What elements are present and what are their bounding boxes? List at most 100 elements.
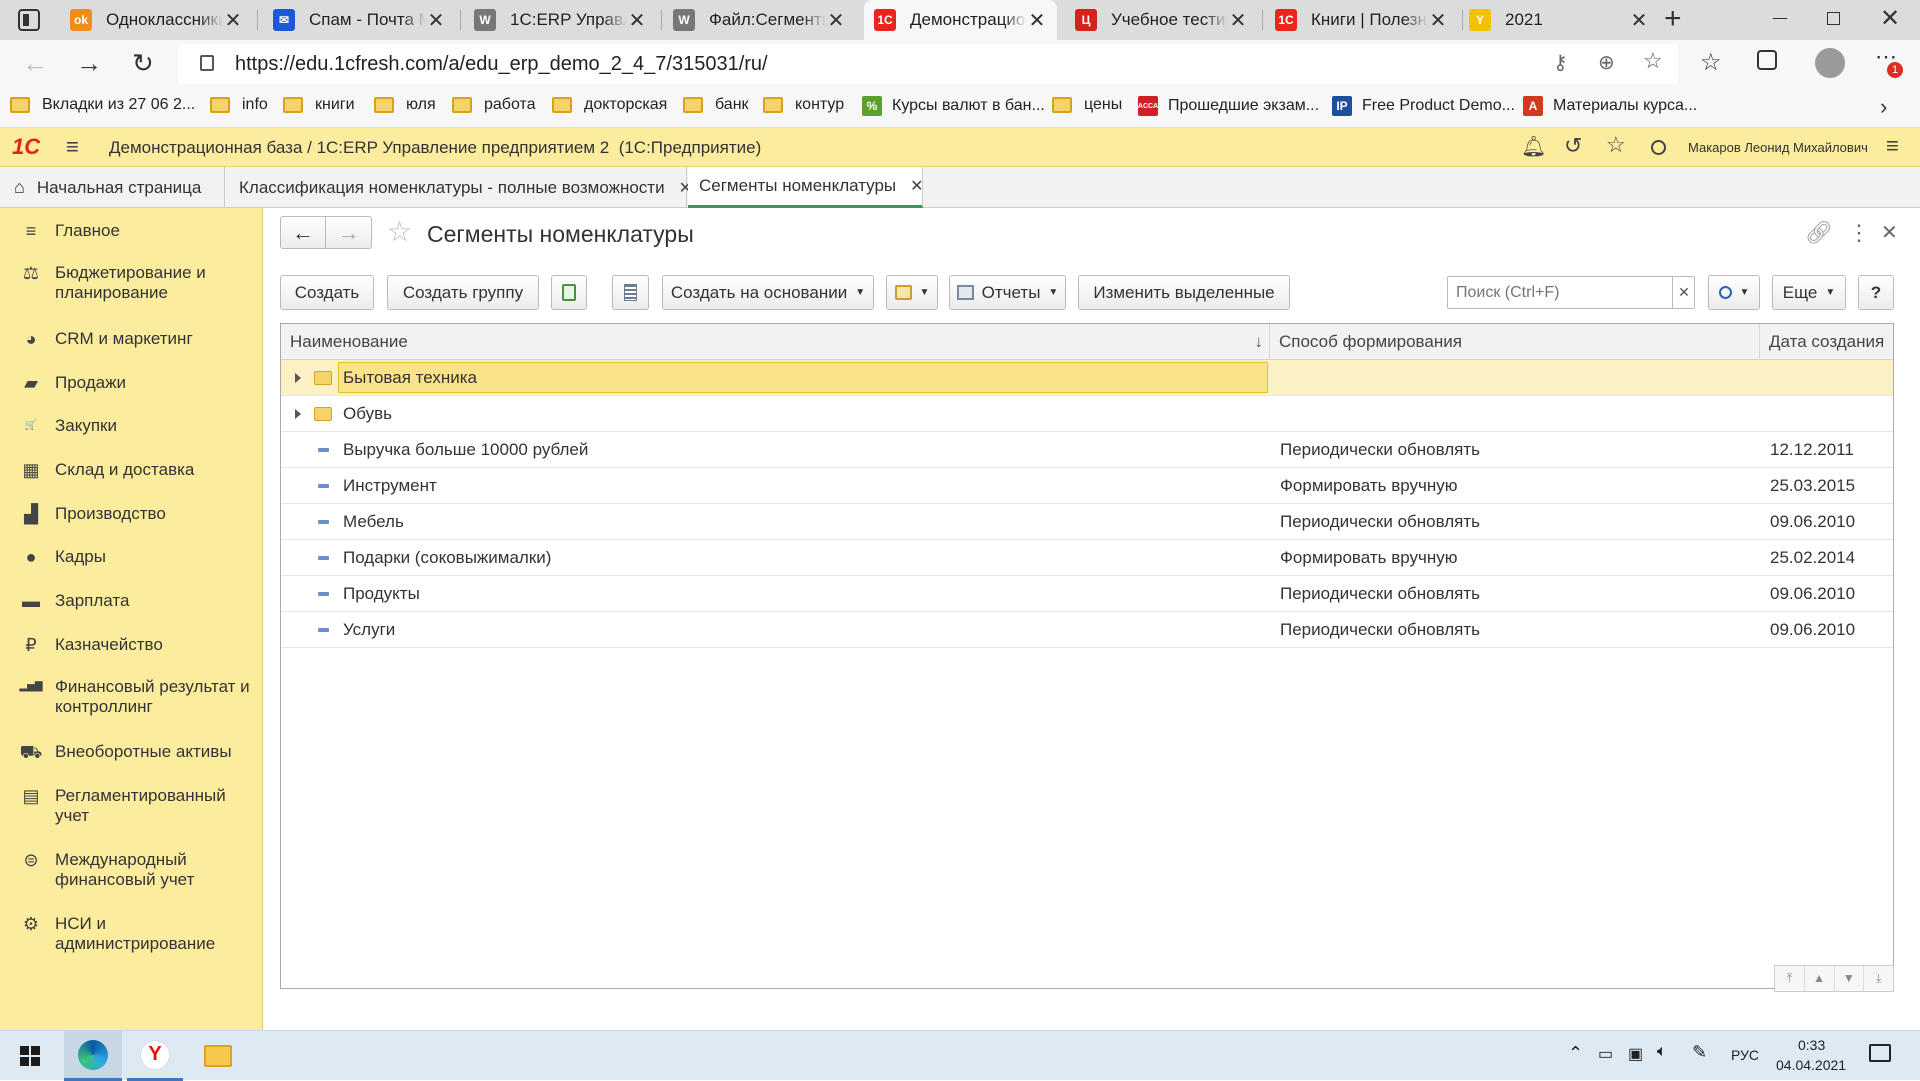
nav-back-button[interactable]: ← — [280, 216, 326, 249]
table-row[interactable]: Выручка больше 10000 рублей Периодически … — [281, 432, 1893, 468]
maximize-button[interactable] — [1827, 12, 1840, 25]
scroll-bottom-icon[interactable]: ⤓ — [1864, 966, 1893, 991]
clear-search-icon[interactable]: ✕ — [1672, 277, 1695, 308]
bookmarks-overflow-icon[interactable]: › — [1880, 94, 1887, 120]
close-tab-icon[interactable]: ✕ — [1428, 8, 1448, 33]
sidebar-item[interactable]: ▟ Производство — [0, 504, 262, 524]
favorites-star-icon[interactable]: ☆ — [1606, 132, 1626, 158]
reload-icon[interactable]: ↻ — [132, 48, 154, 79]
browser-tab[interactable]: 1С Демонстрацион ✕ — [864, 0, 1057, 40]
search-icon[interactable] — [1651, 140, 1666, 155]
close-window-button[interactable]: ✕ — [1880, 4, 1900, 33]
main-menu-icon[interactable]: ≡ — [66, 134, 79, 160]
column-header-date[interactable]: Дата создания — [1760, 324, 1893, 360]
close-form-icon[interactable]: ✕ — [1881, 220, 1898, 245]
bookmark-item[interactable]: книги — [283, 96, 355, 114]
tray-network-icon[interactable]: ▭ — [1598, 1044, 1613, 1064]
new-tab-button[interactable]: + — [1664, 2, 1682, 36]
bookmark-item[interactable]: цены — [1052, 96, 1122, 114]
profile-avatar[interactable] — [1815, 48, 1845, 78]
collections-icon[interactable] — [1757, 50, 1777, 70]
link-icon[interactable]: 🔗︎ — [1805, 220, 1833, 246]
bookmark-item[interactable]: контур — [763, 96, 844, 114]
sidebar-item[interactable]: ▰ Продажи — [0, 373, 262, 393]
nav-forward-button[interactable]: → — [325, 216, 372, 249]
list-settings-button[interactable] — [612, 275, 649, 310]
bookmark-item[interactable]: info — [210, 96, 268, 114]
search-input[interactable] — [1448, 277, 1666, 308]
zoom-icon[interactable]: ⊕ — [1598, 50, 1615, 75]
browser-tab[interactable]: ✉ Спам - Почта Ма✕ — [263, 0, 456, 40]
tray-pen-icon[interactable]: ✎ — [1692, 1042, 1707, 1063]
bookmark-item[interactable]: банк — [683, 96, 749, 114]
language-indicator[interactable]: РУС — [1731, 1047, 1759, 1063]
tray-chevron-icon[interactable]: ⌃ — [1568, 1043, 1583, 1064]
clock-date[interactable]: 04.04.2021 — [1776, 1057, 1846, 1073]
taskbar-explorer[interactable] — [190, 1031, 246, 1081]
close-tab-icon[interactable]: ✕ — [826, 8, 846, 33]
sidebar-item[interactable]: ⛟ Внеоборотные активы — [0, 742, 262, 762]
tab-actions-icon[interactable] — [18, 9, 40, 31]
lock-icon[interactable] — [200, 55, 214, 71]
create-button[interactable]: Создать — [280, 275, 374, 310]
browser-tab[interactable]: W Файл:Сегменты к✕ — [663, 0, 856, 40]
key-icon[interactable]: ⚷ — [1553, 50, 1568, 75]
expand-arrow-icon[interactable] — [295, 373, 301, 383]
user-name[interactable]: Макаров Леонид Михайлович — [1688, 140, 1868, 155]
table-row[interactable]: Услуги Периодически обновлять 09.06.2010 — [281, 612, 1893, 648]
taskbar-edge[interactable] — [64, 1031, 122, 1081]
sidebar-item[interactable]: ● Кадры — [0, 547, 262, 567]
bell-icon[interactable]: 🔔︎ — [1521, 134, 1546, 159]
taskbar-yandex[interactable]: Y — [127, 1031, 183, 1081]
table-row[interactable]: Обувь — [281, 396, 1893, 432]
print-button[interactable]: ▼ — [886, 275, 938, 310]
sidebar-item[interactable]: ≡ Главное — [0, 221, 262, 241]
sidebar-item[interactable]: 🛒 Закупки — [0, 416, 262, 436]
bookmark-item[interactable]: % Курсы валют в бан... — [862, 96, 1045, 116]
sidebar-item[interactable]: ₽ Казначейство — [0, 635, 262, 655]
browser-tab[interactable]: Ц Учебное тестиро✕ — [1065, 0, 1258, 40]
back-arrow-icon[interactable]: ← — [22, 48, 48, 79]
bookmark-item[interactable]: IP Free Product Demo... — [1332, 96, 1515, 116]
sidebar-item[interactable]: ▤ Регламентированный учет — [0, 786, 262, 826]
favorite-star-icon[interactable]: ☆ — [1643, 48, 1663, 74]
scroll-up-icon[interactable]: ▲ — [1805, 966, 1835, 991]
edit-selected-button[interactable]: Изменить выделенные — [1078, 275, 1290, 310]
bookmark-item[interactable]: работа — [452, 96, 536, 114]
help-button[interactable]: ? — [1858, 275, 1894, 310]
table-row[interactable]: Мебель Периодически обновлять 09.06.2010 — [281, 504, 1893, 540]
favorites-bar-icon[interactable]: ☆ — [1700, 48, 1722, 77]
bookmark-item[interactable]: юля — [374, 96, 436, 114]
close-tab-icon[interactable]: ✕ — [223, 8, 243, 33]
form-more-icon[interactable]: ⋮ — [1848, 220, 1870, 246]
segments-table[interactable]: Наименование ↓ Способ формирования Дата … — [280, 323, 1894, 992]
scroll-top-icon[interactable]: ⤒ — [1775, 966, 1805, 991]
tray-display-icon[interactable]: ▣ — [1628, 1044, 1643, 1064]
url-text[interactable]: https://edu.1cfresh.com/a/edu_erp_demo_2… — [235, 53, 768, 76]
browser-tab[interactable]: Y 2021 ✕ — [1459, 0, 1659, 40]
address-bar[interactable]: https://edu.1cfresh.com/a/edu_erp_demo_2… — [178, 44, 1678, 84]
browser-tab[interactable]: ok Одноклассники ✕ — [60, 0, 253, 40]
expand-arrow-icon[interactable] — [295, 409, 301, 419]
form-favorite-star-icon[interactable]: ☆ — [387, 215, 412, 248]
close-tab-icon[interactable]: ✕ — [627, 8, 647, 33]
sidebar-item[interactable]: ⚖ Бюджетирование и планирование — [0, 263, 262, 303]
tab-home[interactable]: ⌂ Начальная страница — [0, 167, 225, 208]
table-row[interactable]: Бытовая техника — [281, 360, 1893, 396]
bookmark-item[interactable]: ACCA Прошедшие экзам... — [1138, 96, 1319, 116]
search-options-button[interactable]: ▼ — [1708, 275, 1760, 310]
tray-volume-icon[interactable]: 🔈︎ — [1657, 1043, 1667, 1061]
table-row[interactable]: Продукты Периодически обновлять 09.06.2010 — [281, 576, 1893, 612]
start-button[interactable] — [10, 1031, 50, 1081]
reports-button[interactable]: Отчеты ▼ — [949, 275, 1066, 310]
tab-nomenclature-classification[interactable]: Классификация номенклатуры - полные возм… — [225, 167, 692, 208]
search-box[interactable]: ✕ — [1447, 276, 1695, 309]
sidebar-item[interactable]: ▦ Склад и доставка — [0, 460, 262, 480]
forward-arrow-icon[interactable]: → — [76, 48, 102, 79]
minimize-button[interactable] — [1773, 18, 1787, 19]
close-tab-icon[interactable]: ✕ — [1629, 8, 1649, 33]
more-button[interactable]: Еще ▼ — [1772, 275, 1846, 310]
browser-tab[interactable]: 1С Книги | Полезны ✕ — [1265, 0, 1458, 40]
create-based-on-button[interactable]: Создать на основании ▼ — [662, 275, 874, 310]
browser-tab[interactable]: W 1С:ERP Управлен✕ — [464, 0, 657, 40]
